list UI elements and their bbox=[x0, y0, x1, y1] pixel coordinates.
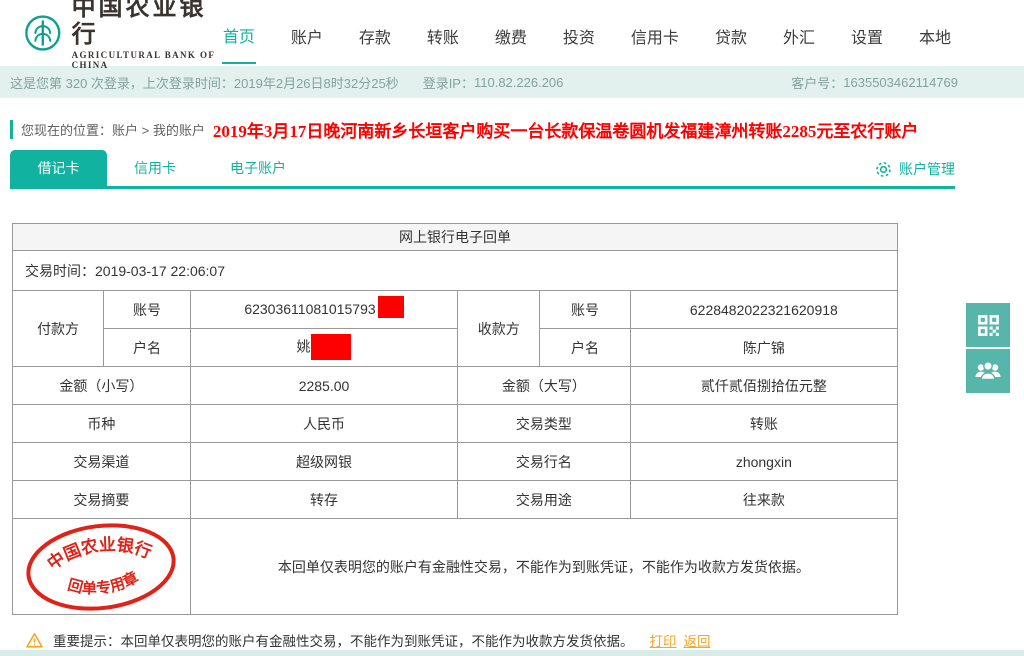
stamp-cell: 中国农业银行 回单专用章 bbox=[13, 519, 191, 615]
payer-account-label: 账号 bbox=[104, 291, 191, 329]
login-info-bar: 这是您第 320 次登录，上次登录时间：2019年2月26日8时32分25秒 登… bbox=[0, 66, 1024, 98]
tab-credit-card[interactable]: 信用卡 bbox=[107, 150, 203, 186]
nav-item-bill-payment[interactable]: 缴费 bbox=[494, 3, 528, 63]
txn-bank-label: 交易行名 bbox=[458, 443, 631, 481]
payer-name-cell: 姚 bbox=[190, 329, 457, 367]
tab-e-account[interactable]: 电子账户 bbox=[203, 150, 313, 186]
bank-logo[interactable]: 中国农业银行 AGRICULTURAL BANK OF CHINA bbox=[24, 0, 222, 71]
nav-item-loan[interactable]: 贷款 bbox=[714, 3, 748, 63]
transaction-time-label: 交易时间： bbox=[25, 263, 95, 279]
transaction-time-cell: 交易时间：2019-03-17 22:06:07 bbox=[13, 251, 898, 291]
stamp-bottom-text: 回单专用章 bbox=[64, 567, 143, 601]
currency-value: 人民币 bbox=[190, 405, 457, 443]
receipt-disclaimer: 本回单仅表明您的账户有金融性交易，不能作为到账凭证，不能作为收款方发货依据。 bbox=[190, 519, 897, 615]
footer-links: 打印返回 bbox=[643, 630, 711, 650]
nav-item-deposit[interactable]: 存款 bbox=[358, 3, 392, 63]
payer-section-label: 付款方 bbox=[13, 291, 104, 367]
amount-upper-value: 贰仟贰佰捌拾伍元整 bbox=[630, 367, 897, 405]
redaction-block bbox=[378, 296, 404, 318]
txn-summary-value: 转存 bbox=[190, 481, 457, 519]
nav-item-transfer[interactable]: 转账 bbox=[426, 3, 460, 63]
payee-account-label: 账号 bbox=[540, 291, 630, 329]
warning-triangle-icon bbox=[25, 631, 44, 650]
nav-item-local[interactable]: 本地 bbox=[918, 3, 952, 63]
qr-code-icon bbox=[976, 313, 1001, 338]
nav-item-credit-card[interactable]: 信用卡 bbox=[630, 3, 680, 63]
txn-channel-value: 超级网银 bbox=[190, 443, 457, 481]
txn-summary-label: 交易摘要 bbox=[13, 481, 191, 519]
bank-name-en: AGRICULTURAL BANK OF CHINA bbox=[72, 51, 222, 71]
payee-name-label: 户名 bbox=[540, 329, 630, 367]
breadcrumb-row: 您现在的位置：账户 > 我的账户 2019年3月17日晚河南新乡长垣客户购买一台… bbox=[10, 111, 1024, 147]
account-tabs: 借记卡 信用卡 电子账户 账户管理 bbox=[10, 150, 955, 189]
customer-no-value: 1635503462114769 bbox=[843, 75, 958, 90]
qr-code-button[interactable] bbox=[966, 303, 1010, 347]
amount-lower-value: 2285.00 bbox=[190, 367, 457, 405]
header: 中国农业银行 AGRICULTURAL BANK OF CHINA 首页 账户 … bbox=[0, 0, 1024, 66]
red-annotation-text: 2019年3月17日晚河南新乡长垣客户购买一台长款保温卷圆机发福建漳州转账228… bbox=[213, 117, 919, 142]
side-floating-buttons bbox=[966, 303, 1010, 393]
bank-receipt-stamp: 中国农业银行 回单专用章 bbox=[18, 512, 186, 621]
breadcrumb: 您现在的位置：账户 > 我的账户 bbox=[10, 120, 205, 139]
amount-upper-label: 金额（大写） bbox=[458, 367, 631, 405]
nav-item-home[interactable]: 首页 bbox=[222, 2, 256, 64]
login-count-text: 这是您第 320 次登录，上次登录时间：2019年2月26日8时32分25秒 bbox=[10, 73, 399, 92]
main-nav: 首页 账户 存款 转账 缴费 投资 信用卡 贷款 外汇 设置 本地 bbox=[222, 0, 952, 66]
amount-lower-label: 金额（小写） bbox=[13, 367, 191, 405]
txn-purpose-label: 交易用途 bbox=[458, 481, 631, 519]
nav-item-forex[interactable]: 外汇 bbox=[782, 3, 816, 63]
table-row: 币种 人民币 交易类型 转账 bbox=[13, 405, 898, 443]
txn-type-label: 交易类型 bbox=[458, 405, 631, 443]
txn-channel-label: 交易渠道 bbox=[13, 443, 191, 481]
table-row: 付款方 账号 62303611081015793 收款方 账号 62284820… bbox=[13, 291, 898, 329]
page-bottom-bar bbox=[0, 650, 1024, 656]
receipt-title: 网上银行电子回单 bbox=[13, 224, 898, 251]
payee-section-label: 收款方 bbox=[458, 291, 540, 367]
payee-name-value: 陈广锦 bbox=[630, 329, 897, 367]
svg-text:回单专用章: 回单专用章 bbox=[64, 567, 143, 601]
customer-service-icon bbox=[974, 358, 1002, 384]
transaction-time-value: 2019-03-17 22:06:07 bbox=[95, 263, 225, 279]
gear-icon bbox=[874, 160, 893, 179]
footer-note: 重要提示：本回单仅表明您的账户有金融性交易，不能作为到账凭证，不能作为收款方发货… bbox=[25, 630, 1024, 650]
tab-debit-card[interactable]: 借记卡 bbox=[10, 150, 107, 186]
account-manage-link[interactable]: 账户管理 bbox=[874, 159, 955, 186]
payer-name-label: 户名 bbox=[104, 329, 191, 367]
back-link[interactable]: 返回 bbox=[684, 634, 711, 649]
abc-wheat-emblem-icon bbox=[24, 10, 62, 56]
table-row: 中国农业银行 回单专用章 本回单仅表明您的账户有金融性交易，不能作为到账凭证，不… bbox=[13, 519, 898, 615]
table-row: 金额（小写） 2285.00 金额（大写） 贰仟贰佰捌拾伍元整 bbox=[13, 367, 898, 405]
payer-account-cell: 62303611081015793 bbox=[190, 291, 457, 329]
login-ip-value: 110.82.226.206 bbox=[474, 75, 563, 90]
customer-service-button[interactable] bbox=[966, 349, 1010, 393]
payer-account-value: 62303611081015793 bbox=[244, 301, 375, 317]
print-link[interactable]: 打印 bbox=[650, 634, 677, 649]
account-manage-label: 账户管理 bbox=[899, 159, 955, 179]
login-ip-label: 登录IP： bbox=[423, 73, 474, 92]
nav-item-settings[interactable]: 设置 bbox=[850, 3, 884, 63]
txn-purpose-value: 往来款 bbox=[630, 481, 897, 519]
bank-name-cn: 中国农业银行 bbox=[72, 0, 222, 48]
payee-account-value: 6228482022321620918 bbox=[630, 291, 897, 329]
redaction-block bbox=[311, 334, 351, 360]
txn-bank-value: zhongxin bbox=[630, 443, 897, 481]
payer-name-value: 姚 bbox=[296, 338, 310, 354]
table-row: 交易摘要 转存 交易用途 往来款 bbox=[13, 481, 898, 519]
receipt-table: 网上银行电子回单 交易时间：2019-03-17 22:06:07 付款方 账号… bbox=[12, 223, 898, 615]
footer-warning-text: 重要提示：本回单仅表明您的账户有金融性交易，不能作为到账凭证，不能作为收款方发货… bbox=[53, 630, 634, 650]
nav-item-accounts[interactable]: 账户 bbox=[290, 3, 324, 63]
table-row: 户名 姚 户名 陈广锦 bbox=[13, 329, 898, 367]
currency-label: 币种 bbox=[13, 405, 191, 443]
nav-item-investment[interactable]: 投资 bbox=[562, 3, 596, 63]
table-row: 交易渠道 超级网银 交易行名 zhongxin bbox=[13, 443, 898, 481]
customer-no-label: 客户号： bbox=[791, 73, 843, 92]
txn-type-value: 转账 bbox=[630, 405, 897, 443]
